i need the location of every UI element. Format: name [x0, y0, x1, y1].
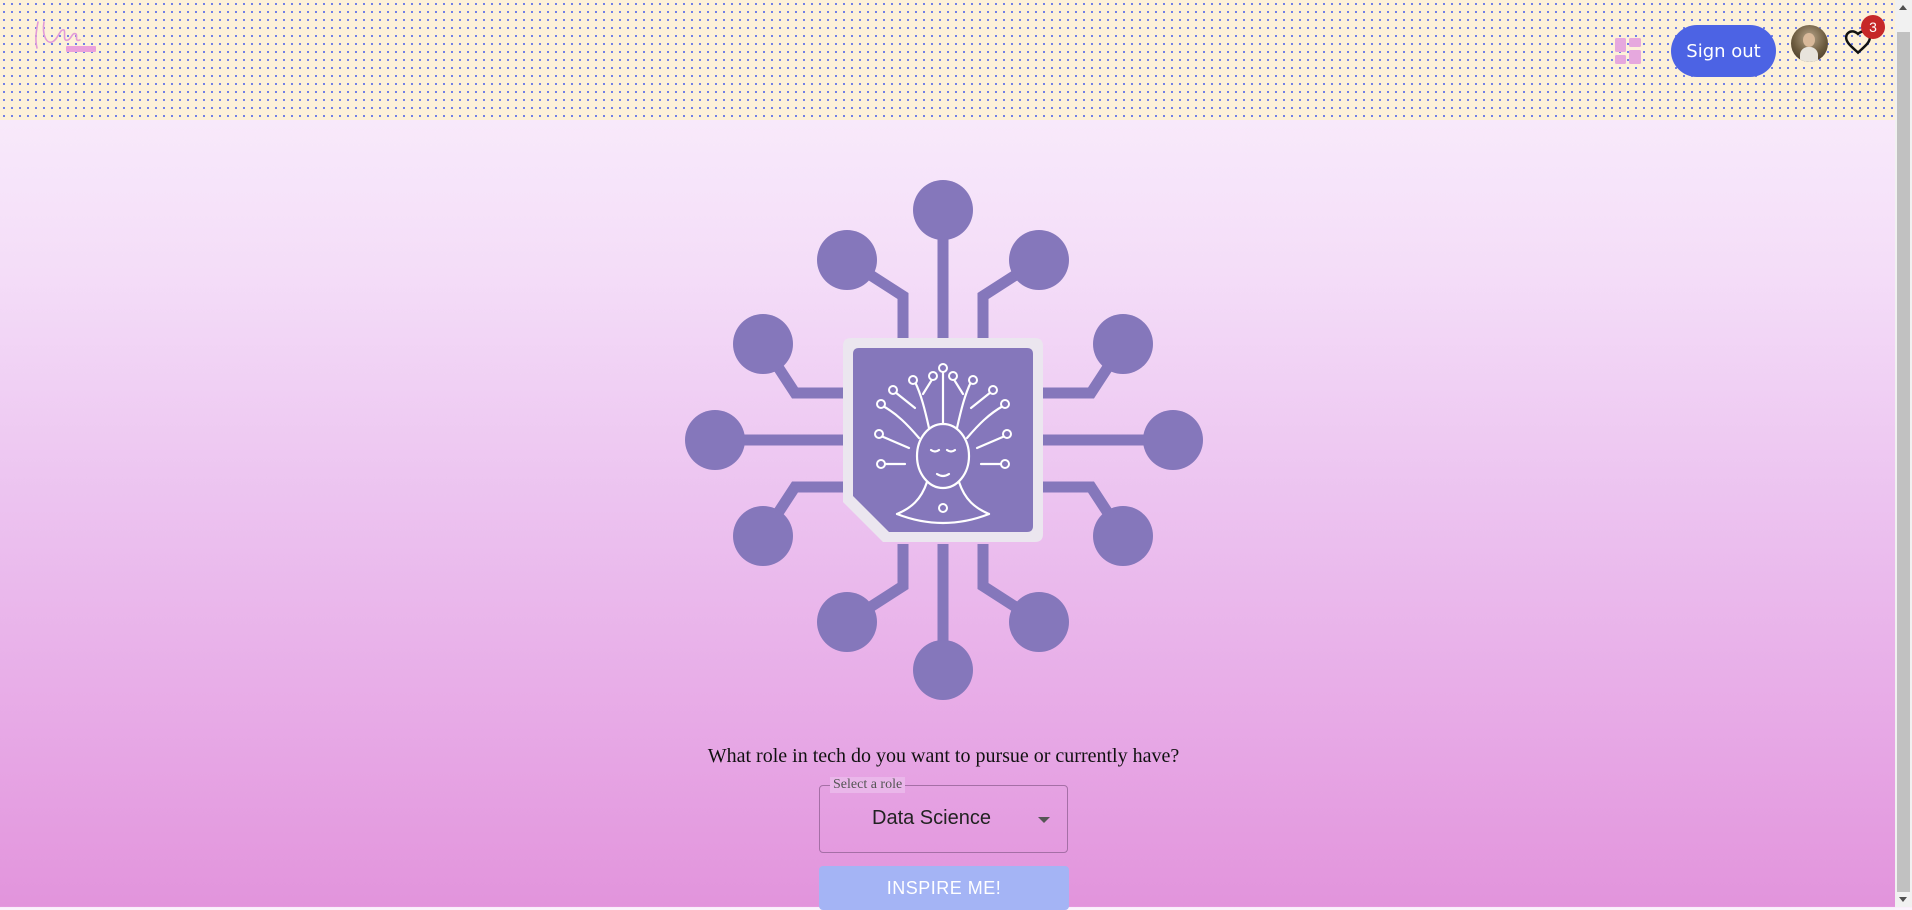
favorites-count-badge: 3: [1861, 15, 1885, 39]
inspire-me-button[interactable]: INSPIRE ME!: [819, 866, 1069, 910]
role-question: What role in tech do you want to pursue …: [707, 745, 1180, 767]
top-header: Sign out 3: [0, 0, 1895, 120]
role-select[interactable]: Select a role Data Science: [819, 777, 1068, 853]
signature-logo-icon: [35, 21, 96, 52]
dashboard-grid-icon[interactable]: [1615, 38, 1641, 64]
hero-illustration: [683, 178, 1203, 704]
role-select-label: Select a role: [830, 777, 906, 793]
vertical-scrollbar[interactable]: [1895, 0, 1912, 907]
scroll-up-arrow-icon[interactable]: [1899, 5, 1907, 10]
logo[interactable]: [32, 14, 108, 58]
scroll-down-arrow-icon[interactable]: [1899, 897, 1907, 902]
scrollbar-thumb[interactable]: [1897, 32, 1910, 892]
chevron-down-icon[interactable]: [1038, 817, 1050, 823]
ai-brain-circuit-icon: [685, 180, 1203, 700]
sign-out-button[interactable]: Sign out: [1671, 25, 1776, 77]
avatar-face: [1803, 33, 1815, 47]
avatar[interactable]: [1791, 25, 1828, 62]
role-select-value: Data Science: [872, 807, 991, 829]
avatar-body: [1800, 47, 1818, 62]
